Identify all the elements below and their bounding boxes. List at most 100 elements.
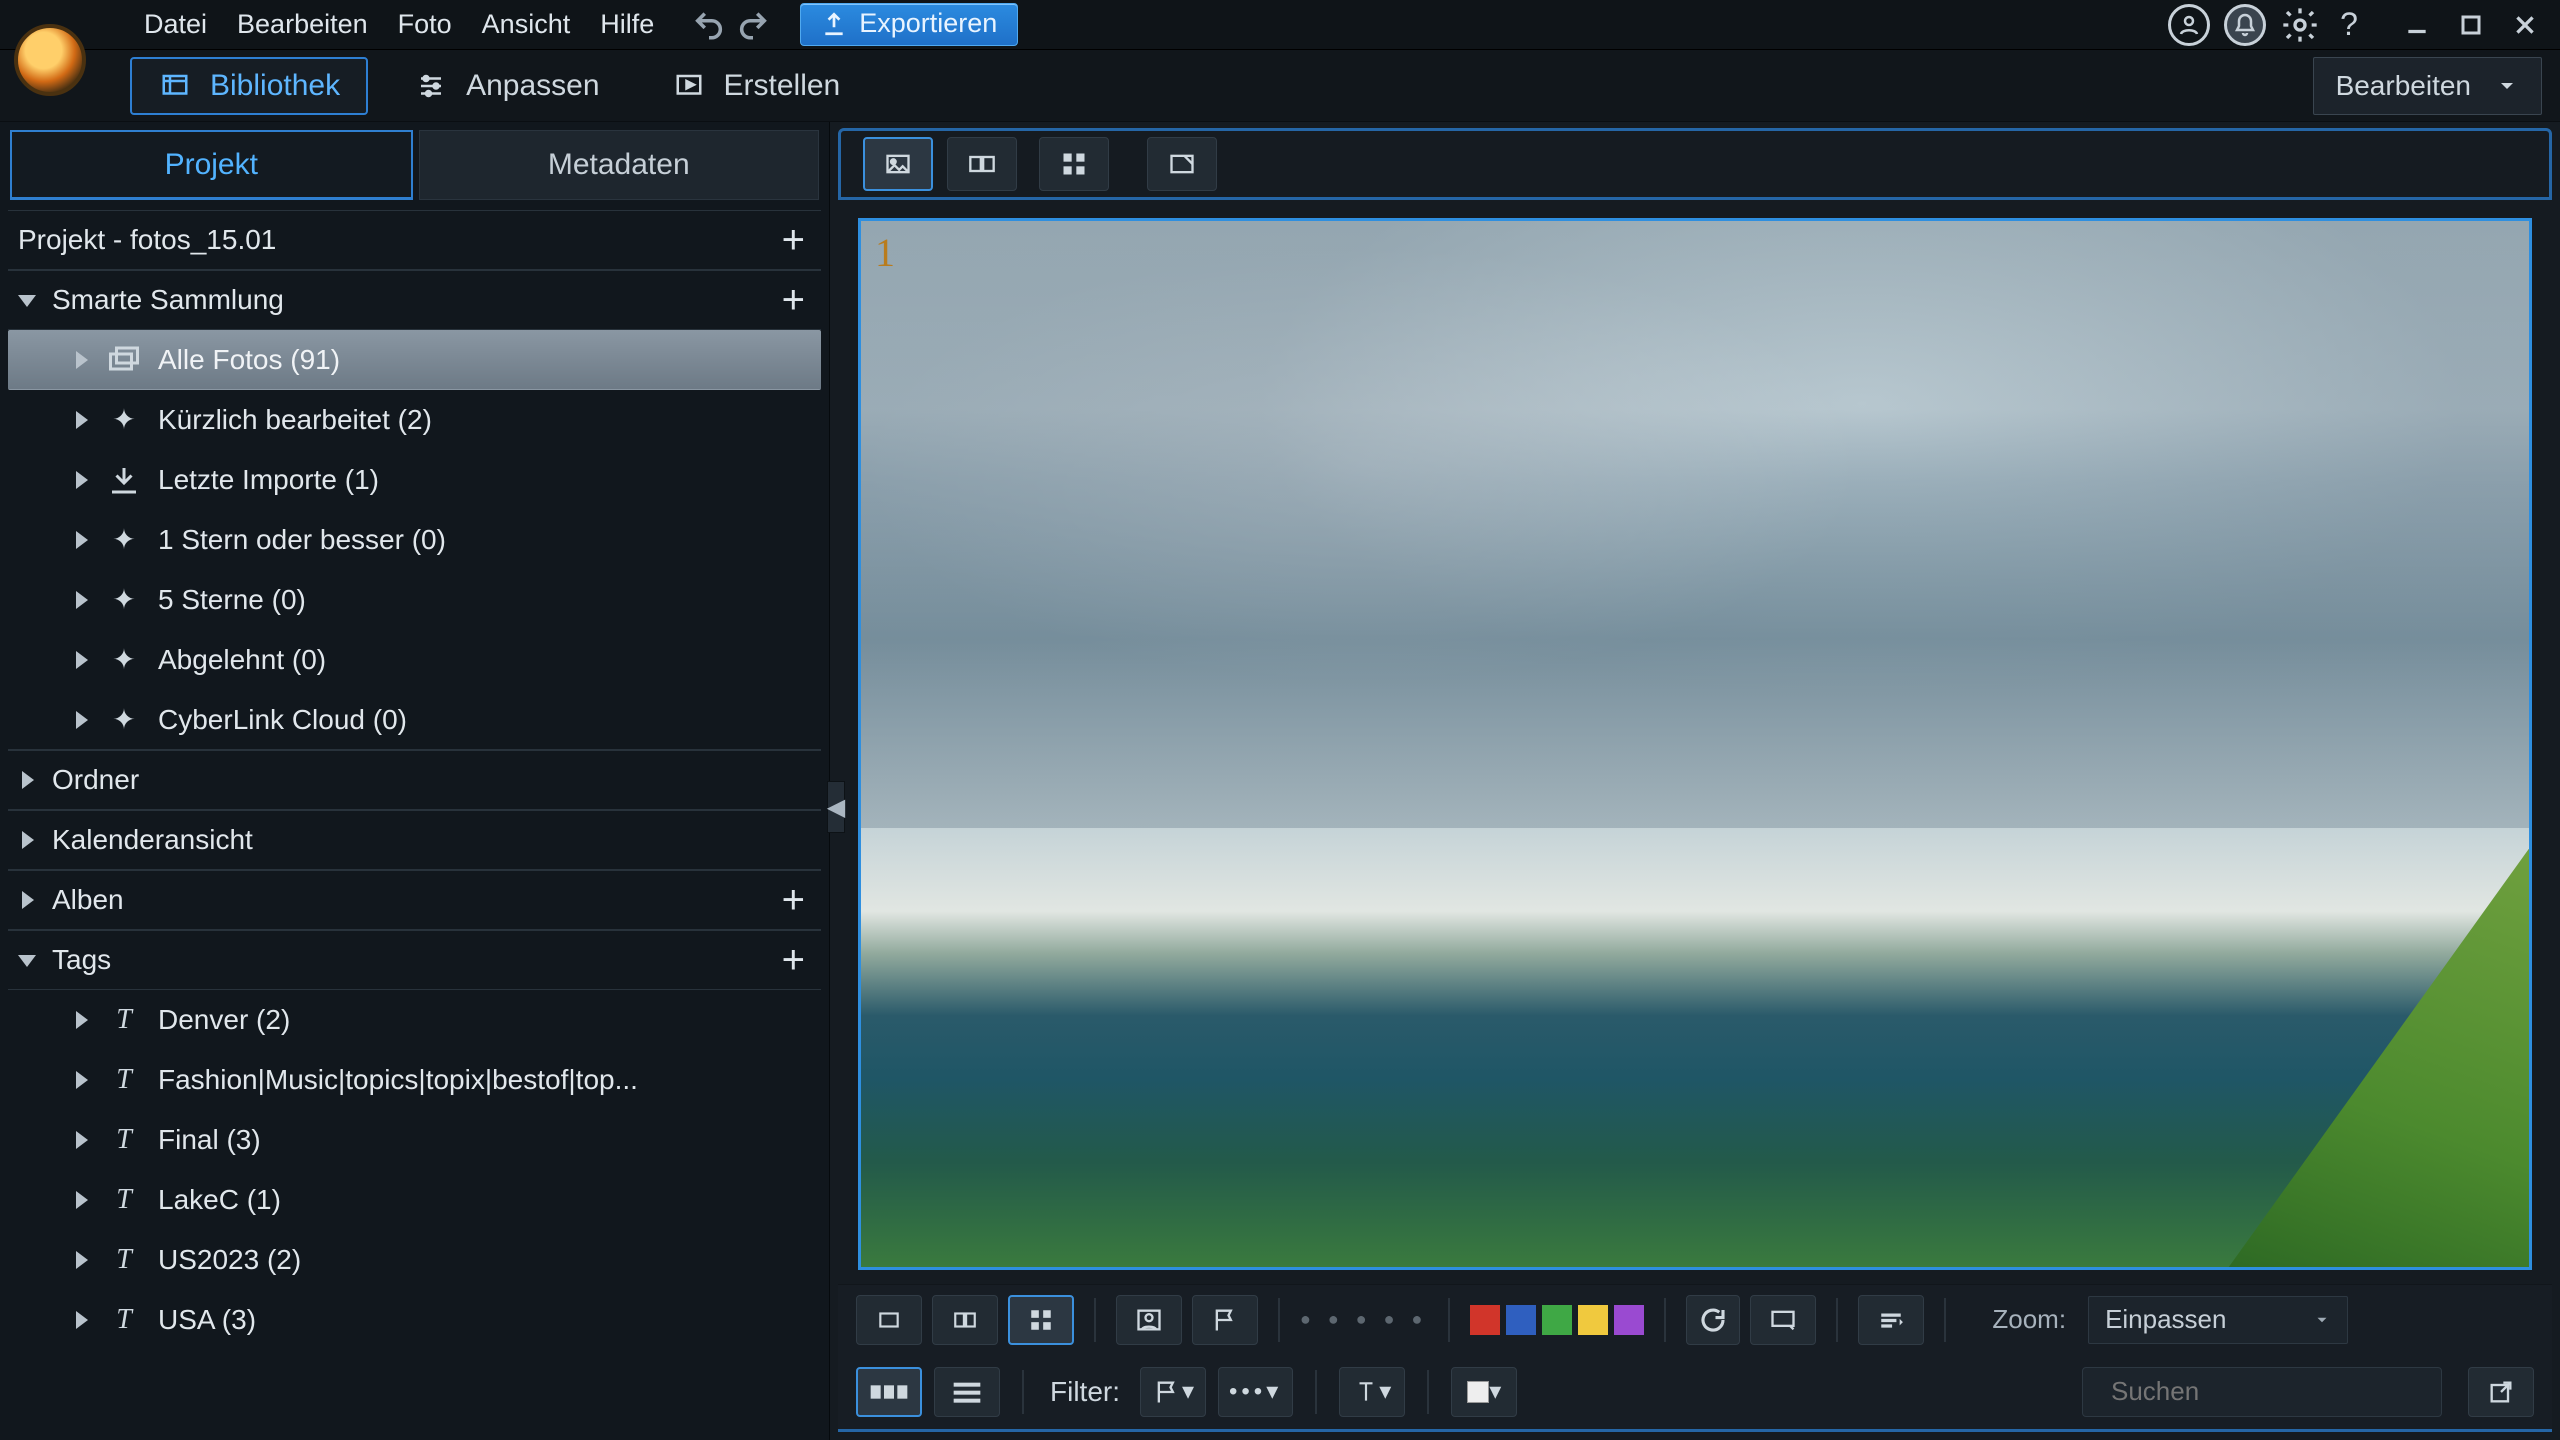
monitor-button[interactable] (1750, 1295, 1816, 1345)
body: ◀ Projekt Metadaten Projekt - fotos_15.0… (0, 122, 2560, 1440)
color-label-red[interactable] (1470, 1305, 1500, 1335)
project-header-label: Projekt - fotos_15.01 (18, 224, 276, 256)
filter-text-button[interactable]: ▾ (1339, 1367, 1405, 1417)
tab-project[interactable]: Projekt (10, 130, 413, 200)
add-project-icon[interactable]: + (782, 218, 811, 263)
tag-label: Fashion|Music|topics|topix|bestof|top... (158, 1064, 638, 1096)
layout-split-button[interactable] (932, 1295, 998, 1345)
add-tag-icon[interactable]: + (782, 938, 811, 983)
rotate-button[interactable] (1686, 1295, 1740, 1345)
calendar-label: Kalenderansicht (52, 824, 253, 856)
separator (1427, 1370, 1429, 1414)
tag-label: Final (3) (158, 1124, 261, 1156)
smart-item-five-stars[interactable]: ✦ 5 Sterne (0) (8, 570, 821, 630)
search-input[interactable] (2109, 1375, 2448, 1408)
menu-bar: Datei Bearbeiten Foto Ansicht Hilfe (144, 9, 654, 40)
tag-item[interactable]: TFashion|Music|topics|topix|bestof|top..… (8, 1050, 821, 1110)
folders-header[interactable]: Ordner (8, 750, 821, 810)
calendar-header[interactable]: Kalenderansicht (8, 810, 821, 870)
smart-item-one-star[interactable]: ✦ 1 Stern oder besser (0) (8, 510, 821, 570)
sidebar-collapse-handle[interactable]: ◀ (827, 781, 845, 833)
add-album-icon[interactable]: + (782, 878, 811, 923)
tag-icon: T (106, 1245, 142, 1275)
filter-more-button[interactable]: •••▾ (1218, 1367, 1293, 1417)
tab-metadata[interactable]: Metadaten (419, 130, 820, 200)
smart-item-cloud[interactable]: ✦ CyberLink Cloud (0) (8, 690, 821, 750)
chevron-down-icon (2495, 74, 2519, 98)
rating-stars[interactable]: ● ● ● ● ● (1300, 1309, 1428, 1330)
smart-item-rejected[interactable]: ✦ Abgelehnt (0) (8, 630, 821, 690)
layout-grid-button[interactable] (1008, 1295, 1074, 1345)
filter-color-button[interactable]: ▾ (1451, 1367, 1517, 1417)
tag-item[interactable]: TFinal (3) (8, 1110, 821, 1170)
filter-flag-button[interactable]: ▾ (1140, 1367, 1206, 1417)
albums-header[interactable]: Alben + (8, 870, 821, 930)
window-controls (2396, 7, 2546, 43)
smart-item-last-import[interactable]: Letzte Importe (1) (8, 450, 821, 510)
notification-icon[interactable] (2224, 4, 2266, 46)
sort-button[interactable] (1858, 1295, 1924, 1345)
thumb-size-small-button[interactable] (856, 1367, 922, 1417)
caret-down-icon (18, 289, 40, 311)
open-external-button[interactable] (2468, 1367, 2534, 1417)
titlebar: Datei Bearbeiten Foto Ansicht Hilfe Expo… (0, 0, 2560, 50)
smart-item-all-photos[interactable]: Alle Fotos (91) (8, 330, 821, 390)
caret-right-icon (72, 649, 94, 671)
close-button[interactable] (2504, 7, 2546, 43)
export-label: Exportieren (859, 8, 997, 39)
app-root: Datei Bearbeiten Foto Ansicht Hilfe Expo… (0, 0, 2560, 1440)
account-icon[interactable] (2168, 4, 2210, 46)
separator (1836, 1298, 1838, 1342)
thumb-size-list-button[interactable] (934, 1367, 1000, 1417)
menu-help[interactable]: Hilfe (600, 9, 654, 40)
mode-adjust[interactable]: Anpassen (388, 59, 625, 113)
title-right-group: ? (2168, 4, 2546, 46)
search-box[interactable] (2082, 1367, 2442, 1417)
tag-item[interactable]: T US2023 (2) (8, 1230, 821, 1290)
caret-down-icon (18, 949, 40, 971)
minimize-button[interactable] (2396, 7, 2438, 43)
image-canvas[interactable]: 1 (858, 218, 2532, 1270)
view-grid-button[interactable] (1039, 137, 1109, 191)
sidebar-tabs: Projekt Metadaten (10, 130, 819, 200)
view-compare-button[interactable] (947, 137, 1017, 191)
color-label-blue[interactable] (1506, 1305, 1536, 1335)
smart-item-recently-edited[interactable]: ✦ Kürzlich bearbeitet (2) (8, 390, 821, 450)
view-fullscreen-button[interactable] (1147, 137, 1217, 191)
tag-item[interactable]: TUSA (3) (8, 1290, 821, 1350)
menu-edit[interactable]: Bearbeiten (237, 9, 368, 40)
color-label-purple[interactable] (1614, 1305, 1644, 1335)
image-preview (861, 221, 2529, 1267)
tags-header[interactable]: Tags + (8, 930, 821, 990)
project-header[interactable]: Projekt - fotos_15.01 + (8, 210, 821, 270)
menu-view[interactable]: Ansicht (482, 9, 571, 40)
menu-photo[interactable]: Foto (398, 9, 452, 40)
color-label-yellow[interactable] (1578, 1305, 1608, 1335)
settings-icon[interactable] (2280, 5, 2320, 45)
mode-create[interactable]: Erstellen (646, 59, 867, 113)
help-icon[interactable]: ? (2334, 8, 2364, 42)
view-single-button[interactable] (863, 137, 933, 191)
tag-item[interactable]: TLakeC (1) (8, 1170, 821, 1230)
face-tag-button[interactable] (1116, 1295, 1182, 1345)
mode-library[interactable]: Bibliothek (130, 57, 368, 115)
separator (1448, 1298, 1450, 1342)
caret-right-icon (72, 349, 94, 371)
undo-icon[interactable] (692, 8, 726, 42)
add-smart-collection-icon[interactable]: + (782, 278, 811, 323)
color-label-green[interactable] (1542, 1305, 1572, 1335)
tag-label: US2023 (2) (158, 1244, 301, 1276)
smart-collection-header[interactable]: Smarte Sammlung + (8, 270, 821, 330)
flag-button[interactable] (1192, 1295, 1258, 1345)
layout-single-button[interactable] (856, 1295, 922, 1345)
caret-right-icon (18, 829, 40, 851)
chevron-down-icon (2313, 1311, 2331, 1329)
edit-mode-combo[interactable]: Bearbeiten (2313, 57, 2542, 115)
menu-file[interactable]: Datei (144, 9, 207, 40)
zoom-select[interactable]: Einpassen (2088, 1296, 2348, 1344)
export-button[interactable]: Exportieren (800, 3, 1018, 46)
tag-item[interactable]: TDenver (2) (8, 990, 821, 1050)
redo-icon[interactable] (736, 8, 770, 42)
stack-icon (106, 345, 142, 375)
maximize-button[interactable] (2450, 7, 2492, 43)
